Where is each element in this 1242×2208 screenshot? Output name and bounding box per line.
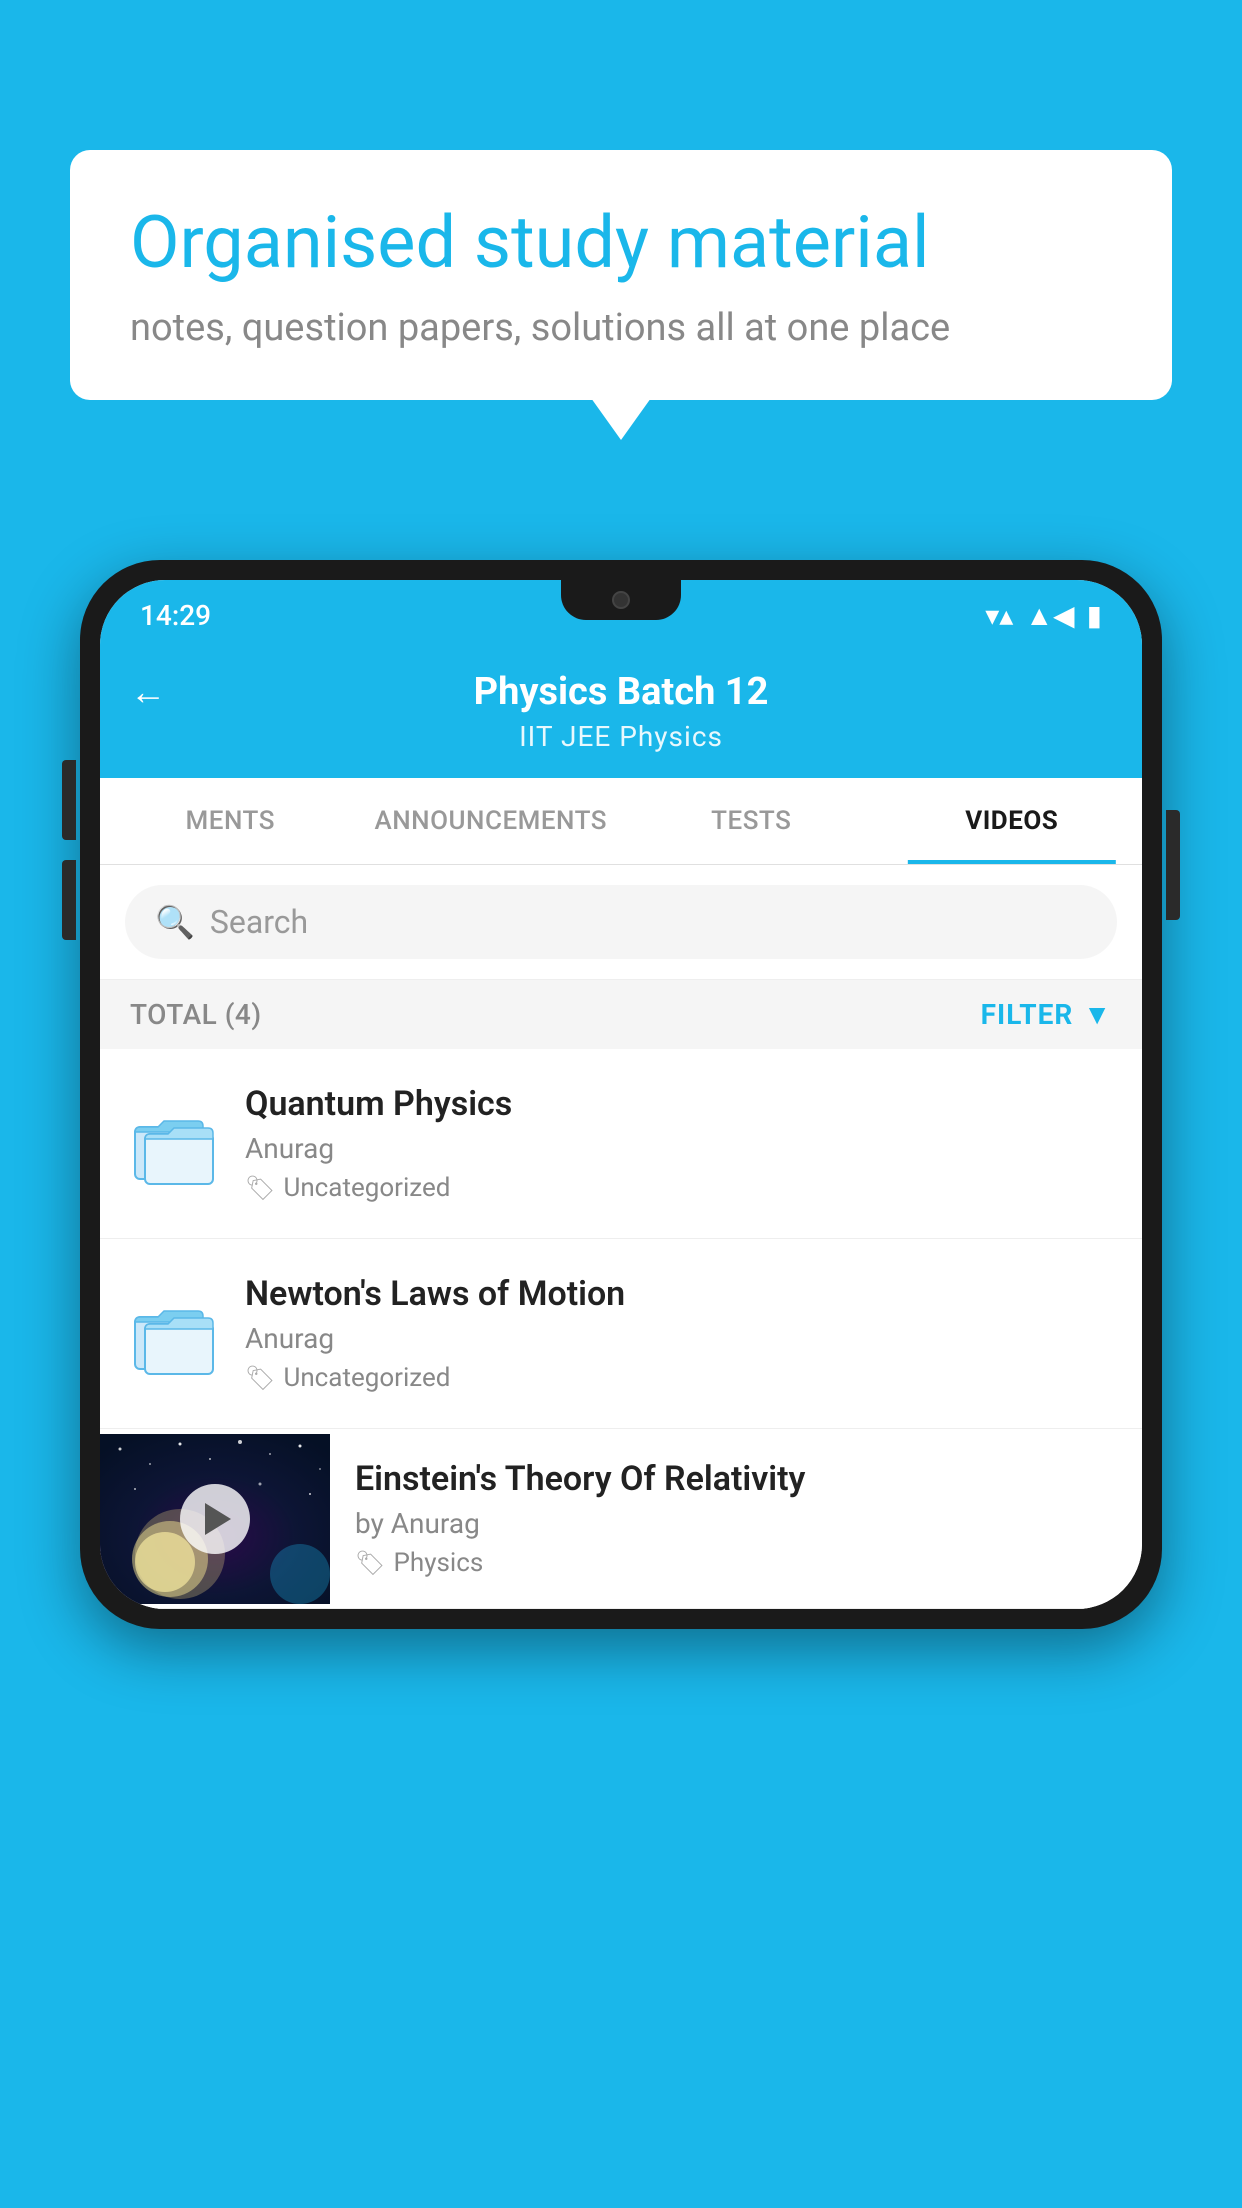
tag-icon: 🏷	[245, 1364, 275, 1392]
video-list: Quantum Physics Anurag 🏷 Uncategorized	[100, 1049, 1142, 1609]
search-bar[interactable]: 🔍 Search	[125, 885, 1117, 959]
app-subtitle: IIT JEE Physics	[519, 720, 723, 753]
video-info: Newton's Laws of Motion Anurag 🏷 Uncateg…	[245, 1274, 1112, 1393]
status-icons: ▾▴ ▲◀ ▮	[985, 599, 1102, 632]
video-title: Newton's Laws of Motion	[245, 1274, 1112, 1314]
tag-icon: 🏷	[355, 1549, 385, 1577]
video-author: Anurag	[245, 1132, 1112, 1165]
tab-ments[interactable]: MENTS	[100, 778, 361, 864]
phone-frame: 14:29 ▾▴ ▲◀ ▮ ← Physics Batch 12 IIT JEE…	[80, 560, 1162, 1629]
filter-button[interactable]: FILTER ▼	[981, 998, 1112, 1031]
tab-tests[interactable]: TESTS	[621, 778, 882, 864]
status-time: 14:29	[140, 599, 211, 632]
volume-button-2	[62, 860, 76, 940]
play-triangle-icon	[205, 1503, 231, 1535]
total-count: TOTAL (4)	[130, 998, 262, 1031]
filter-label: FILTER	[981, 998, 1074, 1031]
battery-icon: ▮	[1087, 599, 1102, 632]
video-tag: 🏷 Physics	[355, 1548, 1112, 1578]
play-button[interactable]	[180, 1484, 250, 1554]
notch	[561, 580, 681, 620]
speech-bubble: Organised study material notes, question…	[70, 150, 1172, 400]
tag-icon: 🏷	[245, 1174, 275, 1202]
filter-row: TOTAL (4) FILTER ▼	[100, 980, 1142, 1049]
header-row: ← Physics Batch 12	[130, 670, 1112, 714]
video-thumbnail	[100, 1434, 330, 1604]
video-info: Einstein's Theory Of Relativity by Anura…	[355, 1429, 1112, 1608]
filter-icon: ▼	[1083, 998, 1112, 1031]
video-tag: 🏷 Uncategorized	[245, 1363, 1112, 1393]
list-item[interactable]: Quantum Physics Anurag 🏷 Uncategorized	[100, 1049, 1142, 1239]
video-title: Quantum Physics	[245, 1084, 1112, 1124]
video-author: Anurag	[245, 1322, 1112, 1355]
tab-videos[interactable]: VIDEOS	[882, 778, 1143, 864]
wifi-icon: ▾▴	[985, 599, 1013, 632]
speech-bubble-subtitle: notes, question papers, solutions all at…	[130, 306, 1112, 350]
power-button	[1166, 810, 1180, 920]
speech-bubble-title: Organised study material	[130, 200, 1112, 286]
tab-bar: MENTS ANNOUNCEMENTS TESTS VIDEOS	[100, 778, 1142, 865]
folder-icon	[130, 1099, 220, 1189]
search-input[interactable]: Search	[210, 903, 308, 941]
video-title: Einstein's Theory Of Relativity	[355, 1459, 1112, 1499]
tag-label: Physics	[393, 1548, 483, 1578]
signal-icon: ▲◀	[1025, 599, 1074, 632]
list-item[interactable]: Newton's Laws of Motion Anurag 🏷 Uncateg…	[100, 1239, 1142, 1429]
folder-icon	[130, 1289, 220, 1379]
phone-container: 14:29 ▾▴ ▲◀ ▮ ← Physics Batch 12 IIT JEE…	[80, 560, 1162, 1629]
tag-label: Uncategorized	[283, 1173, 450, 1203]
tab-announcements[interactable]: ANNOUNCEMENTS	[361, 778, 622, 864]
list-item[interactable]: Einstein's Theory Of Relativity by Anura…	[100, 1429, 1142, 1609]
back-button[interactable]: ←	[130, 671, 166, 713]
video-tag: 🏷 Uncategorized	[245, 1173, 1112, 1203]
video-info: Quantum Physics Anurag 🏷 Uncategorized	[245, 1084, 1112, 1203]
status-bar: 14:29 ▾▴ ▲◀ ▮	[100, 580, 1142, 650]
search-container: 🔍 Search	[100, 865, 1142, 980]
camera	[612, 591, 630, 609]
speech-bubble-container: Organised study material notes, question…	[70, 150, 1172, 400]
phone-screen: 14:29 ▾▴ ▲◀ ▮ ← Physics Batch 12 IIT JEE…	[100, 580, 1142, 1609]
volume-button-1	[62, 760, 76, 840]
video-author: by Anurag	[355, 1507, 1112, 1540]
app-title: Physics Batch 12	[474, 670, 769, 714]
search-icon: 🔍	[155, 903, 195, 941]
tag-label: Uncategorized	[283, 1363, 450, 1393]
app-header: ← Physics Batch 12 IIT JEE Physics	[100, 650, 1142, 778]
